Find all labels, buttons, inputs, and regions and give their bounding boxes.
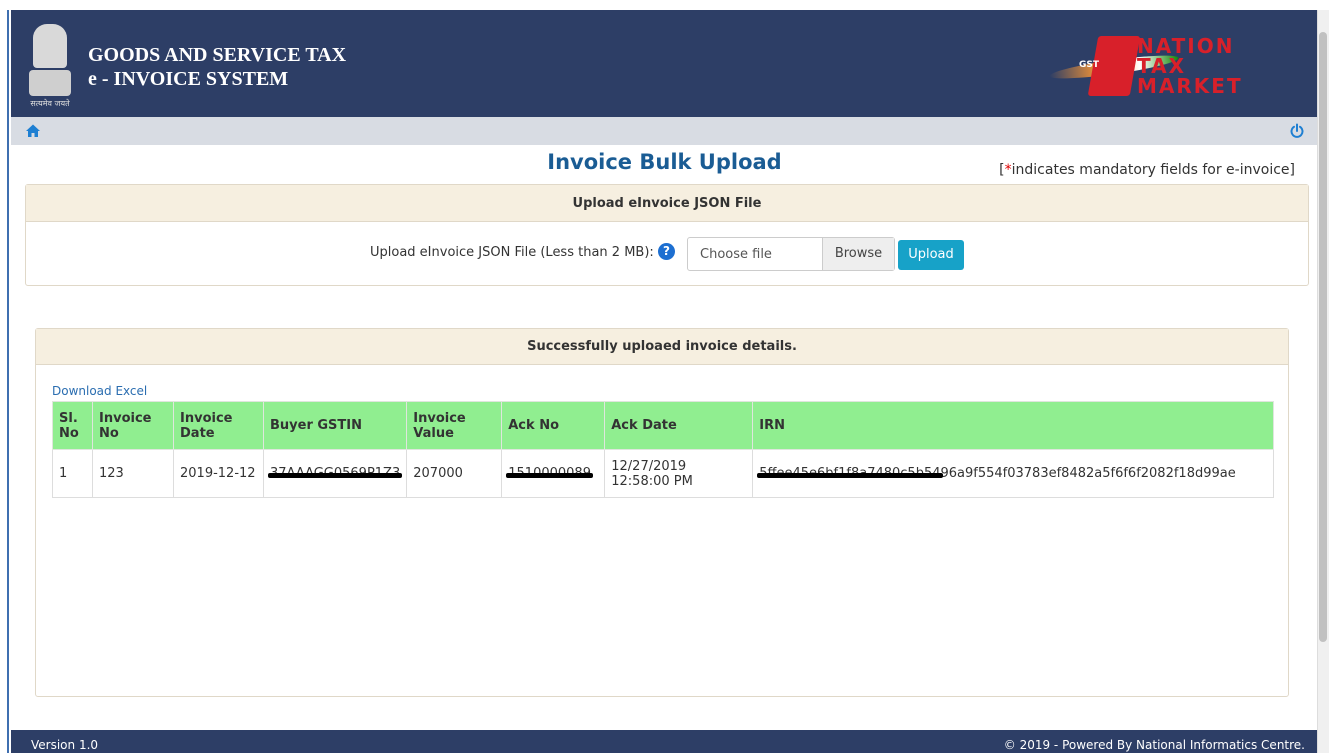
table-row: 1 123 2019-12-12 37AAAGG0569P1Z3 207000 … [52, 449, 1274, 498]
download-excel-link[interactable]: Download Excel [52, 384, 147, 398]
col-header-invoice-no: Invoice No [92, 401, 174, 450]
cell-invoice-value: 207000 [406, 449, 503, 498]
cell-invoice-no: 123 [92, 449, 174, 498]
scrollbar-thumb[interactable] [1319, 32, 1327, 642]
col-header-ack-no: Ack No [501, 401, 606, 450]
ack-date-line1: 12/27/2019 [611, 458, 687, 474]
cell-invoice-date: 2019-12-12 [173, 449, 264, 498]
power-icon[interactable] [1289, 123, 1305, 139]
file-input[interactable]: Choose file Browse [687, 237, 895, 271]
national-emblem-logo: सत्यमेव जयते [25, 24, 75, 114]
upload-label: Upload eInvoice JSON File (Less than 2 M… [370, 245, 654, 260]
site-header: सत्यमेव जयते GOODS AND SERVICE TAX e - I… [11, 10, 1317, 117]
version-label: Version 1.0 [31, 738, 99, 752]
irn-visible-part: 96a9f554f03783ef8482a5f6f6f2082f18d99ae [940, 466, 1236, 481]
window-left-edge [0, 10, 9, 753]
browse-button[interactable]: Browse [822, 238, 894, 270]
nation-tax-market-logo: GST NATION TAX MARKET [1048, 34, 1299, 104]
cell-buyer-gstin: 37AAAGG0569P1Z3 [262, 449, 408, 498]
cell-ack-date: 12/27/2019 12:58:00 PM [604, 449, 754, 498]
site-footer: Version 1.0 © 2019 - Powered By National… [11, 730, 1317, 753]
mandatory-star: * [1004, 162, 1012, 178]
results-panel-heading: Successfully uploaed invoice details. [36, 329, 1288, 365]
invoice-table: Sl. No Invoice No Invoice Date Buyer GSTIN … [52, 401, 1274, 498]
logo-line2: TAX [1137, 54, 1186, 78]
cell-irn: 5ffee45e6bf1f8a7480c5b5496a9f554f03783ef… [752, 449, 1274, 498]
col-header-invoice-value: Invoice Value [406, 401, 503, 450]
col-header-sl-no: Sl. No [52, 401, 93, 450]
header-title-line2: e - INVOICE SYSTEM [88, 68, 289, 90]
cell-sl-no: 1 [52, 449, 93, 498]
table-header-row: Sl. No Invoice No Invoice Date Buyer GSTIN … [52, 401, 1274, 450]
col-header-irn: IRN [752, 401, 1274, 450]
upload-row: Upload eInvoice JSON File (Less than 2 M… [26, 237, 1308, 271]
cell-ack-no: 1510000089 [501, 449, 606, 498]
nav-bar [11, 117, 1317, 145]
redacted-buyer-gstin: 37AAAGG0569P1Z3 [267, 466, 403, 481]
logo-line1: NATION [1137, 34, 1235, 58]
logo-gst-badge: GST [1079, 60, 1100, 70]
emblem-motto: सत्यमेव जयते [30, 99, 70, 108]
header-title-line1: GOODS AND SERVICE TAX [88, 44, 347, 66]
emblem-lions [33, 24, 67, 68]
col-header-ack-date: Ack Date [604, 401, 754, 450]
ack-date-line2: 12:58:00 PM [611, 473, 693, 489]
upload-button[interactable]: Upload [898, 240, 964, 270]
redacted-irn-part: 5ffee45e6bf1f8a7480c5b54 [757, 466, 943, 481]
redacted-ack-no: 1510000089 [506, 466, 593, 481]
logo-line3: MARKET [1137, 74, 1243, 98]
col-header-invoice-date: Invoice Date [173, 401, 264, 450]
copyright-text: © 2019 - Powered By National Informatics… [1003, 738, 1305, 752]
emblem-base [29, 70, 71, 96]
col-header-buyer-gstin: Buyer GSTIN [262, 401, 408, 450]
vertical-scrollbar[interactable] [1317, 10, 1329, 753]
file-input-placeholder: Choose file [700, 247, 772, 262]
results-panel: Successfully uploaed invoice details. Do… [35, 328, 1289, 697]
mandatory-note: [*indicates mandatory fields for e-invoi… [999, 162, 1295, 178]
window-top-edge [0, 0, 1329, 10]
home-icon[interactable] [25, 123, 41, 139]
upload-panel-heading: Upload eInvoice JSON File [26, 185, 1308, 222]
mandatory-text: indicates mandatory fields for e-invoice… [1011, 162, 1295, 178]
upload-panel: Upload eInvoice JSON File Upload eInvoic… [25, 184, 1309, 286]
help-icon[interactable]: ? [658, 243, 675, 260]
